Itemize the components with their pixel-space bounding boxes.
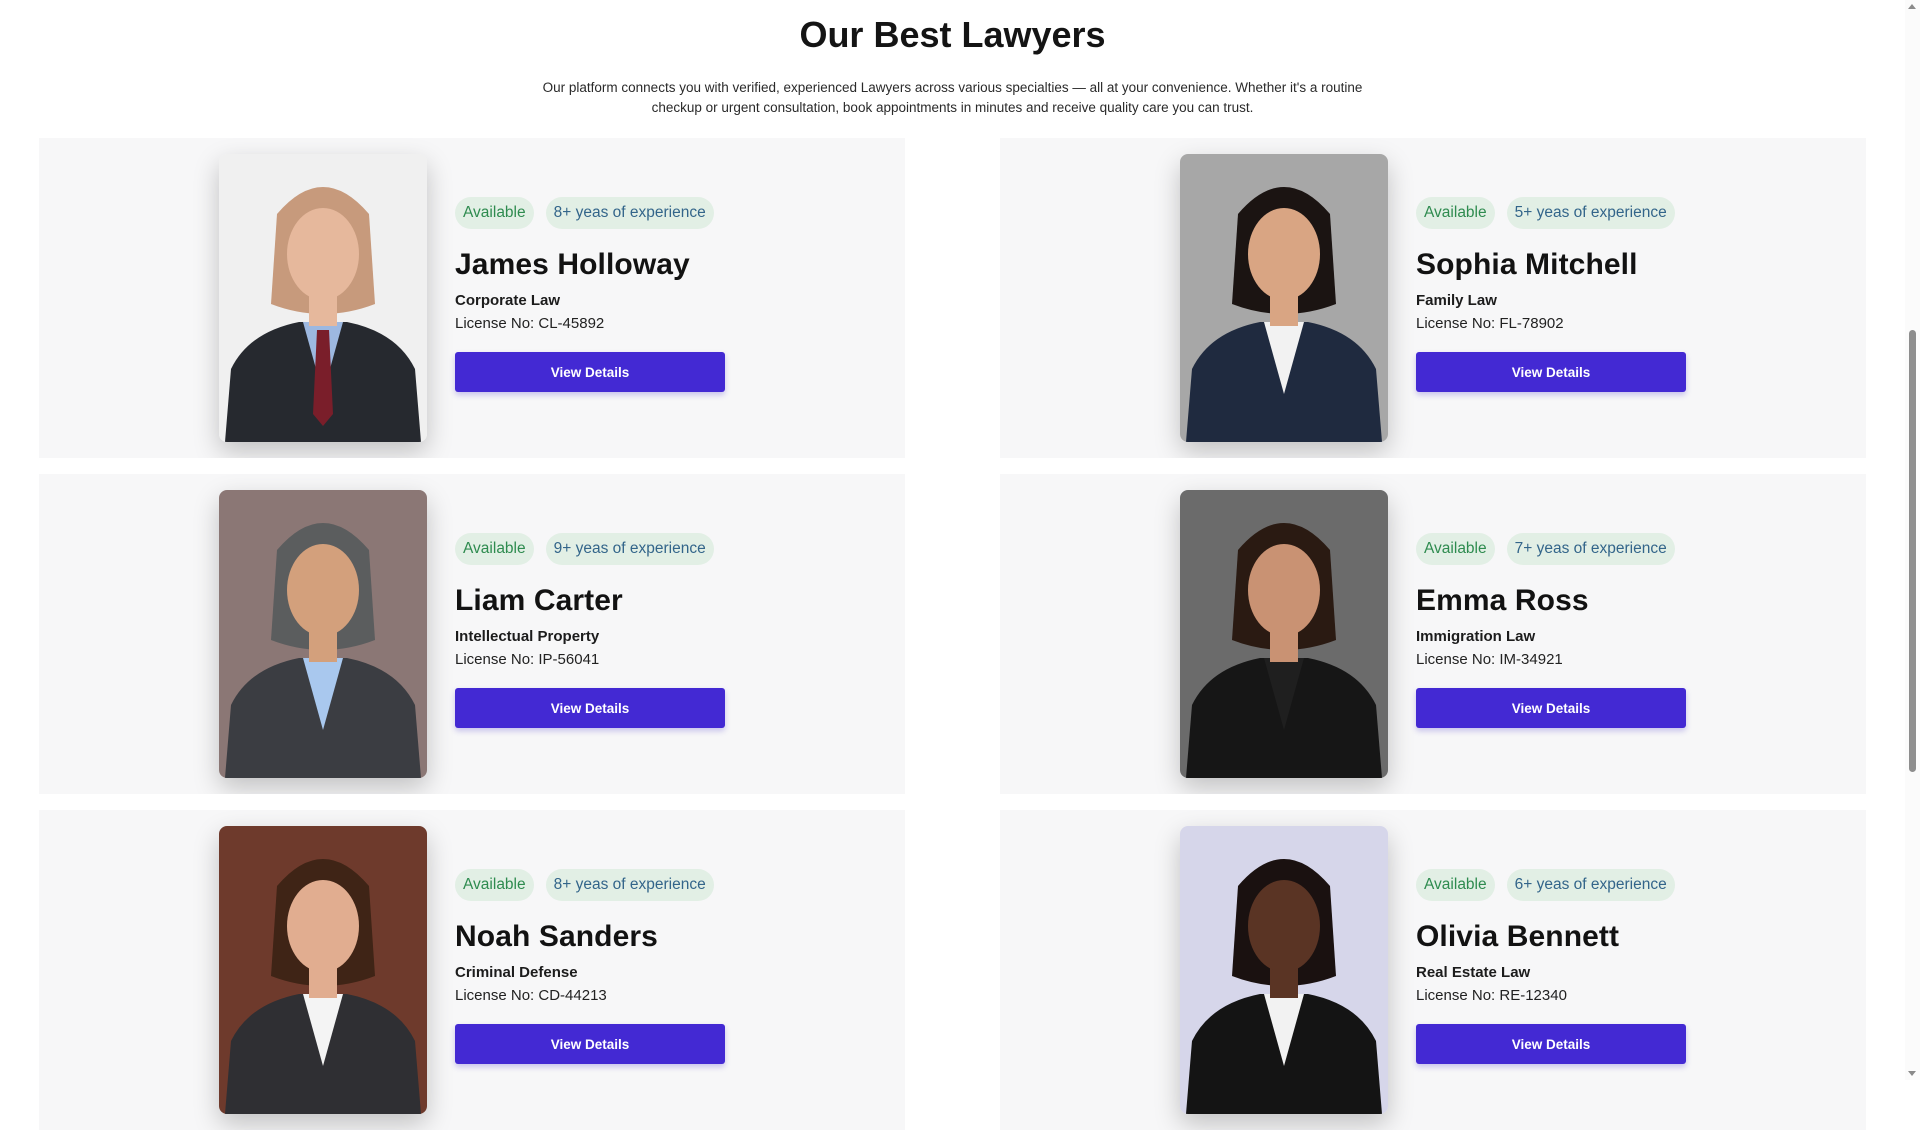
license-number: License No: CL-45892	[455, 315, 605, 332]
experience-badge: 8+ yeas of experience	[545, 869, 714, 901]
practice-area: Family Law	[1416, 292, 1497, 309]
section-title: Our Best Lawyers	[799, 14, 1106, 55]
view-details-button[interactable]: View Details	[455, 688, 725, 728]
badge-row: Available 6+ yeas of experience	[1416, 869, 1716, 901]
lawyer-grid: Available 8+ yeas of experience James Ho…	[39, 138, 1866, 1130]
experience-badge: 8+ yeas of experience	[545, 197, 714, 229]
lawyer-info: Available 5+ yeas of experience Sophia M…	[1416, 197, 1716, 392]
availability-badge: Available	[1416, 197, 1495, 229]
lawyer-name: Olivia Bennett	[1416, 920, 1620, 953]
license-number: License No: IM-34921	[1416, 651, 1563, 668]
badge-row: Available 8+ yeas of experience	[455, 869, 755, 901]
license-number: License No: CD-44213	[455, 987, 607, 1004]
practice-area: Real Estate Law	[1416, 964, 1531, 981]
availability-badge: Available	[455, 197, 534, 229]
portrait-image	[219, 154, 427, 442]
experience-badge: 5+ yeas of experience	[1506, 197, 1675, 229]
practice-area: Corporate Law	[455, 292, 561, 309]
badge-row: Available 7+ yeas of experience	[1416, 533, 1716, 565]
portrait-image	[1180, 154, 1388, 442]
scroll-down-arrow-icon[interactable]	[1908, 1071, 1916, 1076]
experience-badge: 7+ yeas of experience	[1506, 533, 1675, 565]
lawyer-card: Available 5+ yeas of experience Sophia M…	[1000, 138, 1866, 458]
license-number: License No: RE-12340	[1416, 987, 1567, 1004]
portrait-image	[1180, 826, 1388, 1114]
portrait-image	[219, 490, 427, 778]
lawyer-card: Available 9+ yeas of experience Liam Car…	[39, 474, 905, 794]
lawyer-card: Available 8+ yeas of experience James Ho…	[39, 138, 905, 458]
scrollbar-thumb[interactable]	[1909, 330, 1916, 772]
portrait-image	[219, 826, 427, 1114]
practice-area: Immigration Law	[1416, 628, 1536, 645]
scroll-up-arrow-icon[interactable]	[1908, 4, 1916, 9]
availability-badge: Available	[455, 869, 534, 901]
lawyer-info: Available 8+ yeas of experience James Ho…	[455, 197, 755, 392]
lawyer-name: Sophia Mitchell	[1416, 248, 1638, 281]
section-description: Our platform connects you with verified,…	[542, 80, 1363, 115]
view-details-button[interactable]: View Details	[1416, 352, 1686, 392]
view-details-button[interactable]: View Details	[1416, 1024, 1686, 1064]
lawyer-info: Available 7+ yeas of experience Emma Ros…	[1416, 533, 1716, 728]
practice-area: Criminal Defense	[455, 964, 578, 981]
badge-row: Available 5+ yeas of experience	[1416, 197, 1716, 229]
lawyer-name: Noah Sanders	[455, 920, 658, 953]
availability-badge: Available	[455, 533, 534, 565]
portrait-image	[1180, 490, 1388, 778]
practice-area: Intellectual Property	[455, 628, 600, 645]
experience-badge: 6+ yeas of experience	[1506, 869, 1675, 901]
lawyer-photo	[219, 154, 427, 442]
lawyer-name: Emma Ross	[1416, 584, 1589, 617]
availability-badge: Available	[1416, 533, 1495, 565]
lawyer-photo	[1180, 154, 1388, 442]
lawyer-card: Available 6+ yeas of experience Olivia B…	[1000, 810, 1866, 1130]
badge-row: Available 9+ yeas of experience	[455, 533, 755, 565]
view-details-button[interactable]: View Details	[455, 1024, 725, 1064]
lawyer-photo	[1180, 490, 1388, 778]
scrollbar[interactable]	[1905, 0, 1920, 1080]
view-details-button[interactable]: View Details	[455, 352, 725, 392]
badge-row: Available 8+ yeas of experience	[455, 197, 755, 229]
lawyer-info: Available 8+ yeas of experience Noah San…	[455, 869, 755, 1064]
availability-badge: Available	[1416, 869, 1495, 901]
lawyer-photo	[219, 490, 427, 778]
lawyer-photo	[219, 826, 427, 1114]
lawyer-photo	[1180, 826, 1388, 1114]
lawyer-name: James Holloway	[455, 248, 690, 281]
lawyer-info: Available 9+ yeas of experience Liam Car…	[455, 533, 755, 728]
lawyer-card: Available 8+ yeas of experience Noah San…	[39, 810, 905, 1130]
lawyer-name: Liam Carter	[455, 584, 623, 617]
view-details-button[interactable]: View Details	[1416, 688, 1686, 728]
license-number: License No: FL-78902	[1416, 315, 1564, 332]
lawyer-info: Available 6+ yeas of experience Olivia B…	[1416, 869, 1716, 1064]
experience-badge: 9+ yeas of experience	[545, 533, 714, 565]
lawyer-card: Available 7+ yeas of experience Emma Ros…	[1000, 474, 1866, 794]
license-number: License No: IP-56041	[455, 651, 600, 668]
